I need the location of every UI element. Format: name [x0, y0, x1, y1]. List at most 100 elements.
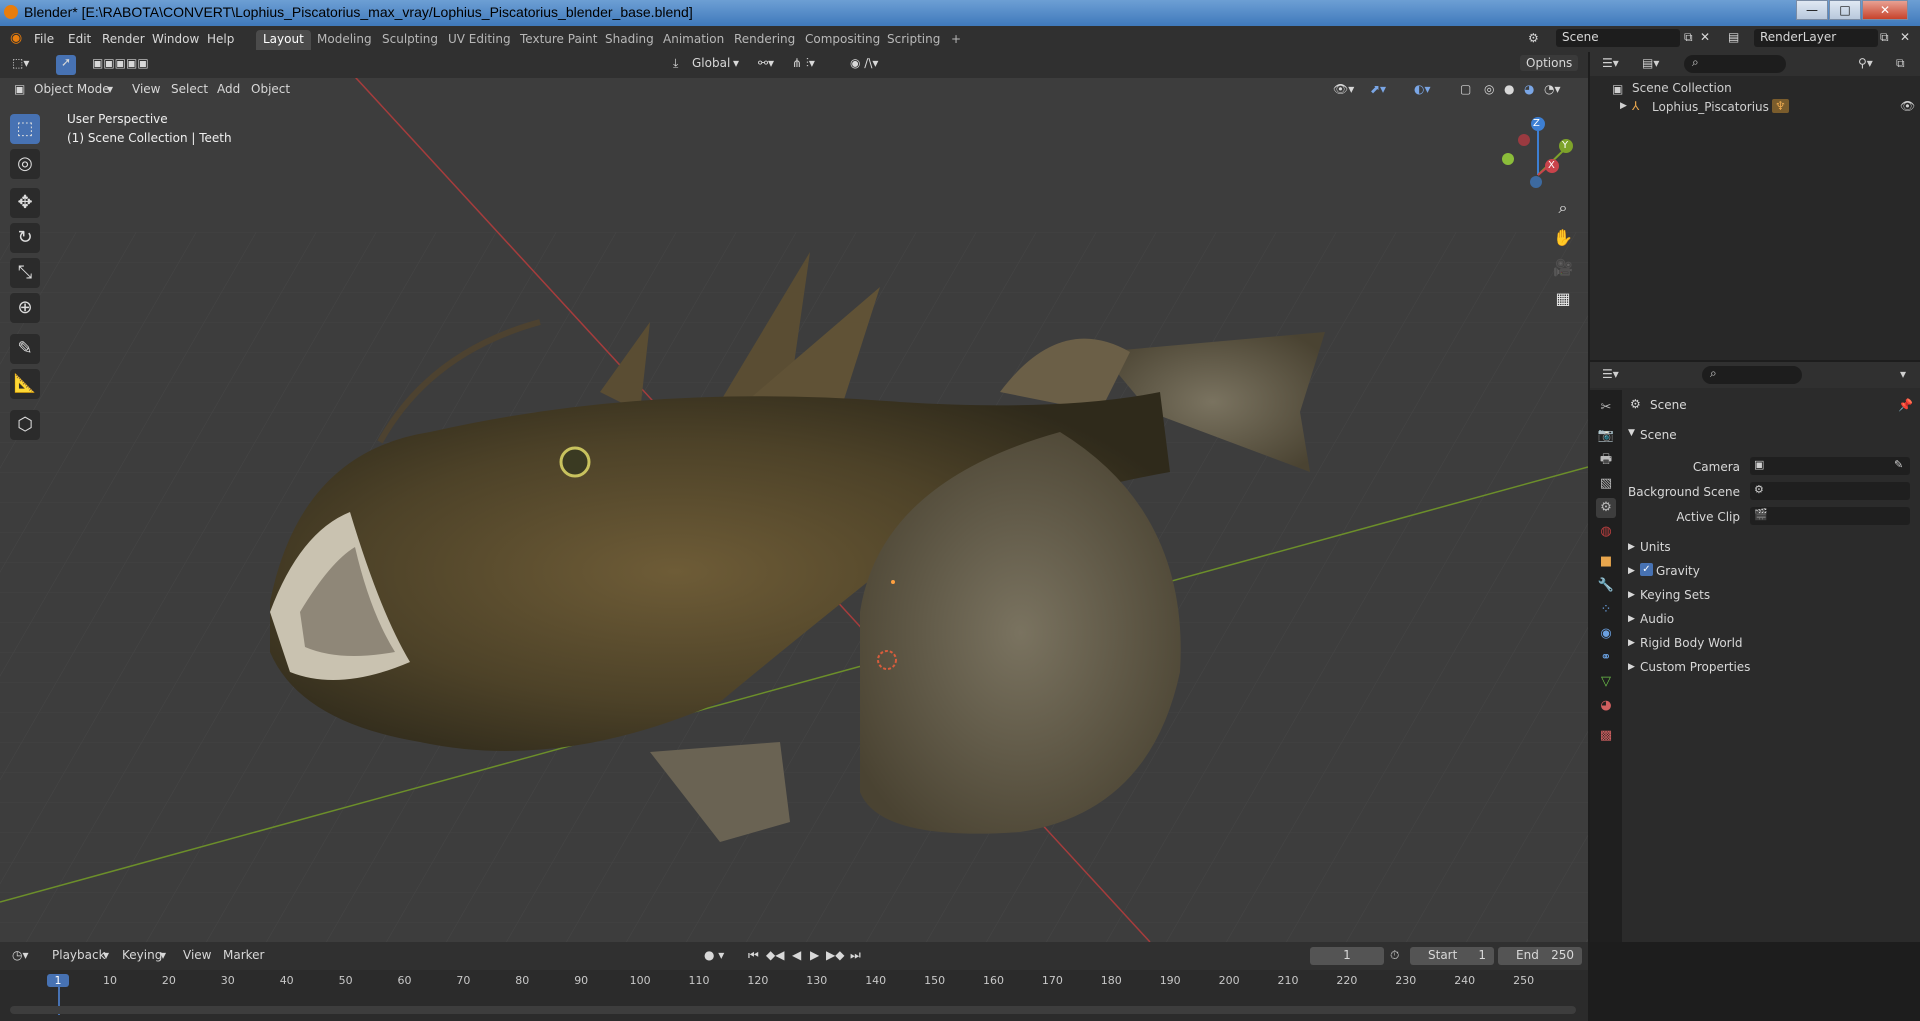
add-cube-tool[interactable]: ⬡	[10, 410, 40, 440]
panel-gravity[interactable]: Gravity	[1656, 564, 1700, 578]
tab-compositing[interactable]: Compositing	[798, 30, 887, 50]
render-tab-icon[interactable]: 📷	[1596, 426, 1616, 446]
menu-edit[interactable]: Edit	[68, 32, 91, 46]
timeline-editor-type-icon[interactable]: ◷▾	[12, 948, 29, 962]
visibility-eye-icon[interactable]: 👁	[1900, 99, 1915, 113]
expand-arrow-icon[interactable]: ▶	[1628, 542, 1635, 552]
gizmo-toggle-icon[interactable]: ⬈▾	[1370, 82, 1386, 96]
delete-scene-icon[interactable]: ✕	[1700, 30, 1710, 44]
select-tool-icon[interactable]: ➚	[56, 55, 76, 75]
move-tool[interactable]: ✥	[10, 188, 40, 218]
world-tab-icon[interactable]: ◍	[1596, 522, 1616, 542]
properties-search-input[interactable]: ⌕	[1702, 366, 1802, 384]
shading-rendered-icon[interactable]: ◔▾	[1544, 82, 1561, 96]
outliner-item-lophius[interactable]: Lophius_Piscatorius	[1652, 100, 1769, 114]
proportional-editing-icon[interactable]: ◉ ∕\▾	[850, 56, 878, 70]
pivot-point-icon[interactable]: ⚯▾	[758, 56, 774, 70]
current-frame-field[interactable]: 1	[1310, 947, 1384, 965]
jump-start-icon[interactable]: ⏮	[748, 948, 759, 963]
tab-rendering[interactable]: Rendering	[727, 30, 802, 50]
snap-icon[interactable]: ⋔ ⫶▾	[792, 56, 815, 71]
next-keyframe-icon[interactable]: ▶◆	[826, 948, 844, 962]
menu-keying[interactable]: Keying	[122, 948, 162, 962]
panel-audio[interactable]: Audio	[1640, 612, 1674, 626]
select-box-tool[interactable]: ⬚	[10, 114, 40, 144]
menu-select[interactable]: Select	[171, 82, 208, 96]
mode-selector[interactable]: Object Mode	[34, 82, 110, 96]
menu-help[interactable]: Help	[207, 32, 234, 46]
eyedropper-icon[interactable]: ✎	[1894, 458, 1903, 471]
collapse-arrow-icon[interactable]: ▼	[1628, 428, 1635, 438]
menu-render[interactable]: Render	[102, 32, 145, 46]
chevron-down-icon[interactable]: ▾	[1900, 367, 1906, 381]
preview-range-icon[interactable]: ⏱	[1390, 948, 1399, 963]
shading-wireframe-icon[interactable]: ◎	[1484, 82, 1494, 96]
zoom-icon[interactable]: ⌕	[1550, 195, 1576, 221]
record-keyframe-icon[interactable]: ● ▾	[704, 948, 724, 962]
maximize-button[interactable]: □	[1829, 0, 1861, 20]
prev-keyframe-icon[interactable]: ◆◀	[766, 948, 784, 962]
scene-section-header[interactable]: Scene	[1640, 428, 1677, 442]
menu-add[interactable]: Add	[217, 82, 240, 96]
expand-arrow-icon[interactable]: ▶	[1628, 662, 1635, 672]
timeline-menu-view[interactable]: View	[183, 948, 211, 962]
gravity-checkbox[interactable]: ✓	[1640, 563, 1653, 576]
properties-editor-type-icon[interactable]: ☰▾	[1602, 367, 1619, 381]
play-reverse-icon[interactable]: ◀	[792, 948, 801, 962]
visibility-toggle-icon[interactable]: 👁▾	[1333, 82, 1354, 96]
pin-icon[interactable]: 📌	[1898, 398, 1913, 412]
menu-playback[interactable]: Playback	[52, 948, 106, 962]
delete-view-layer-icon[interactable]: ✕	[1900, 30, 1910, 44]
timeline-scrollbar[interactable]	[10, 1006, 1576, 1014]
menu-view[interactable]: View	[132, 82, 160, 96]
new-collection-icon[interactable]: ⧉	[1896, 56, 1905, 71]
expand-arrow-icon[interactable]: ▶	[1628, 590, 1635, 600]
rotate-tool[interactable]: ↻	[10, 223, 40, 253]
constraints-tab-icon[interactable]: ⚭	[1596, 648, 1616, 668]
expand-arrow-icon[interactable]: ▶	[1620, 101, 1627, 111]
minimize-button[interactable]: —	[1796, 0, 1828, 20]
editor-type-icon[interactable]: ⬚▾	[12, 56, 29, 70]
data-tab-icon[interactable]: ▽	[1596, 672, 1616, 692]
shading-solid-icon[interactable]: ●	[1504, 82, 1514, 96]
scene-selector[interactable]: Scene	[1556, 29, 1680, 47]
modifier-tab-icon[interactable]: 🔧	[1596, 576, 1616, 596]
camera-view-icon[interactable]: 🎥	[1550, 255, 1576, 281]
particles-tab-icon[interactable]: ⁘	[1596, 600, 1616, 620]
add-workspace-button[interactable]: +	[944, 30, 968, 50]
tool-tab-icon[interactable]: ✂	[1596, 398, 1616, 418]
panel-custom-properties[interactable]: Custom Properties	[1640, 660, 1750, 674]
play-icon[interactable]: ▶	[810, 948, 819, 962]
outliner-root[interactable]: Scene Collection	[1632, 81, 1732, 95]
new-view-layer-icon[interactable]: ⧉	[1880, 30, 1889, 45]
expand-arrow-icon[interactable]: ▶	[1628, 638, 1635, 648]
display-mode-icon[interactable]: ▤▾	[1642, 56, 1659, 70]
annotate-tool[interactable]: ✎	[10, 334, 40, 364]
close-button[interactable]: ✕	[1862, 0, 1908, 20]
blender-menu-icon[interactable]: ◉	[10, 30, 22, 46]
object-tab-icon[interactable]: ■	[1596, 552, 1616, 572]
new-scene-icon[interactable]: ⧉	[1684, 30, 1693, 45]
menu-object[interactable]: Object	[251, 82, 290, 96]
menu-window[interactable]: Window	[152, 32, 199, 46]
tab-shading[interactable]: Shading	[598, 30, 661, 50]
cursor-tool[interactable]: ◎	[10, 149, 40, 179]
selection-mode-icons[interactable]: ▣▣▣▣▣	[92, 56, 149, 70]
tab-modeling[interactable]: Modeling	[310, 30, 379, 50]
xray-toggle-icon[interactable]: ▢	[1460, 82, 1471, 96]
options-dropdown[interactable]: Options	[1520, 55, 1579, 71]
frame-start-field[interactable]: Start 1	[1410, 947, 1494, 965]
panel-rigid-body-world[interactable]: Rigid Body World	[1640, 636, 1743, 650]
overlays-toggle-icon[interactable]: ◐▾	[1414, 82, 1431, 96]
outliner-search-input[interactable]: ⌕	[1684, 55, 1786, 73]
menu-file[interactable]: File	[34, 32, 54, 46]
transform-tool[interactable]: ⊕	[10, 293, 40, 323]
measure-tool[interactable]: 📐	[10, 369, 40, 399]
scale-tool[interactable]: ⤡	[10, 258, 40, 288]
camera-field[interactable]: ▣ ✎	[1750, 457, 1910, 475]
pan-hand-icon[interactable]: ✋	[1550, 225, 1576, 251]
3d-viewport[interactable]: Z Y X	[0, 52, 1588, 942]
jump-end-icon[interactable]: ⏭	[850, 948, 861, 963]
expand-arrow-icon[interactable]: ▶	[1628, 566, 1635, 576]
tab-layout[interactable]: Layout	[256, 30, 311, 50]
